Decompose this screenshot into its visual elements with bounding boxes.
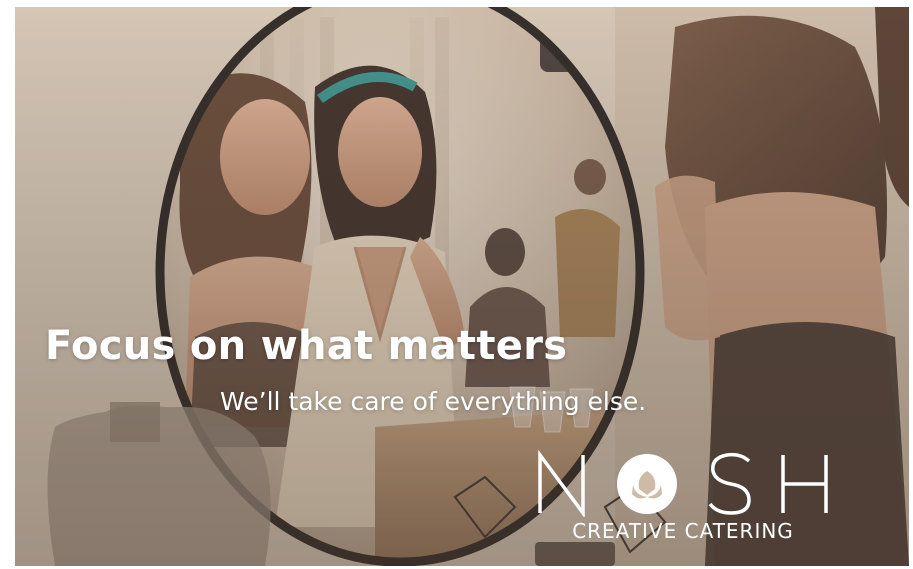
logo-tagline: CREATIVE CATERING <box>572 519 794 543</box>
nosh-wordmark <box>538 449 828 517</box>
hero-banner: Focus on what matters We’ll take care of… <box>15 7 909 566</box>
headline: Focus on what matters <box>45 323 568 369</box>
subheadline: We’ll take care of everything else. <box>220 387 647 416</box>
nosh-logo: CREATIVE CATERING <box>535 449 831 549</box>
